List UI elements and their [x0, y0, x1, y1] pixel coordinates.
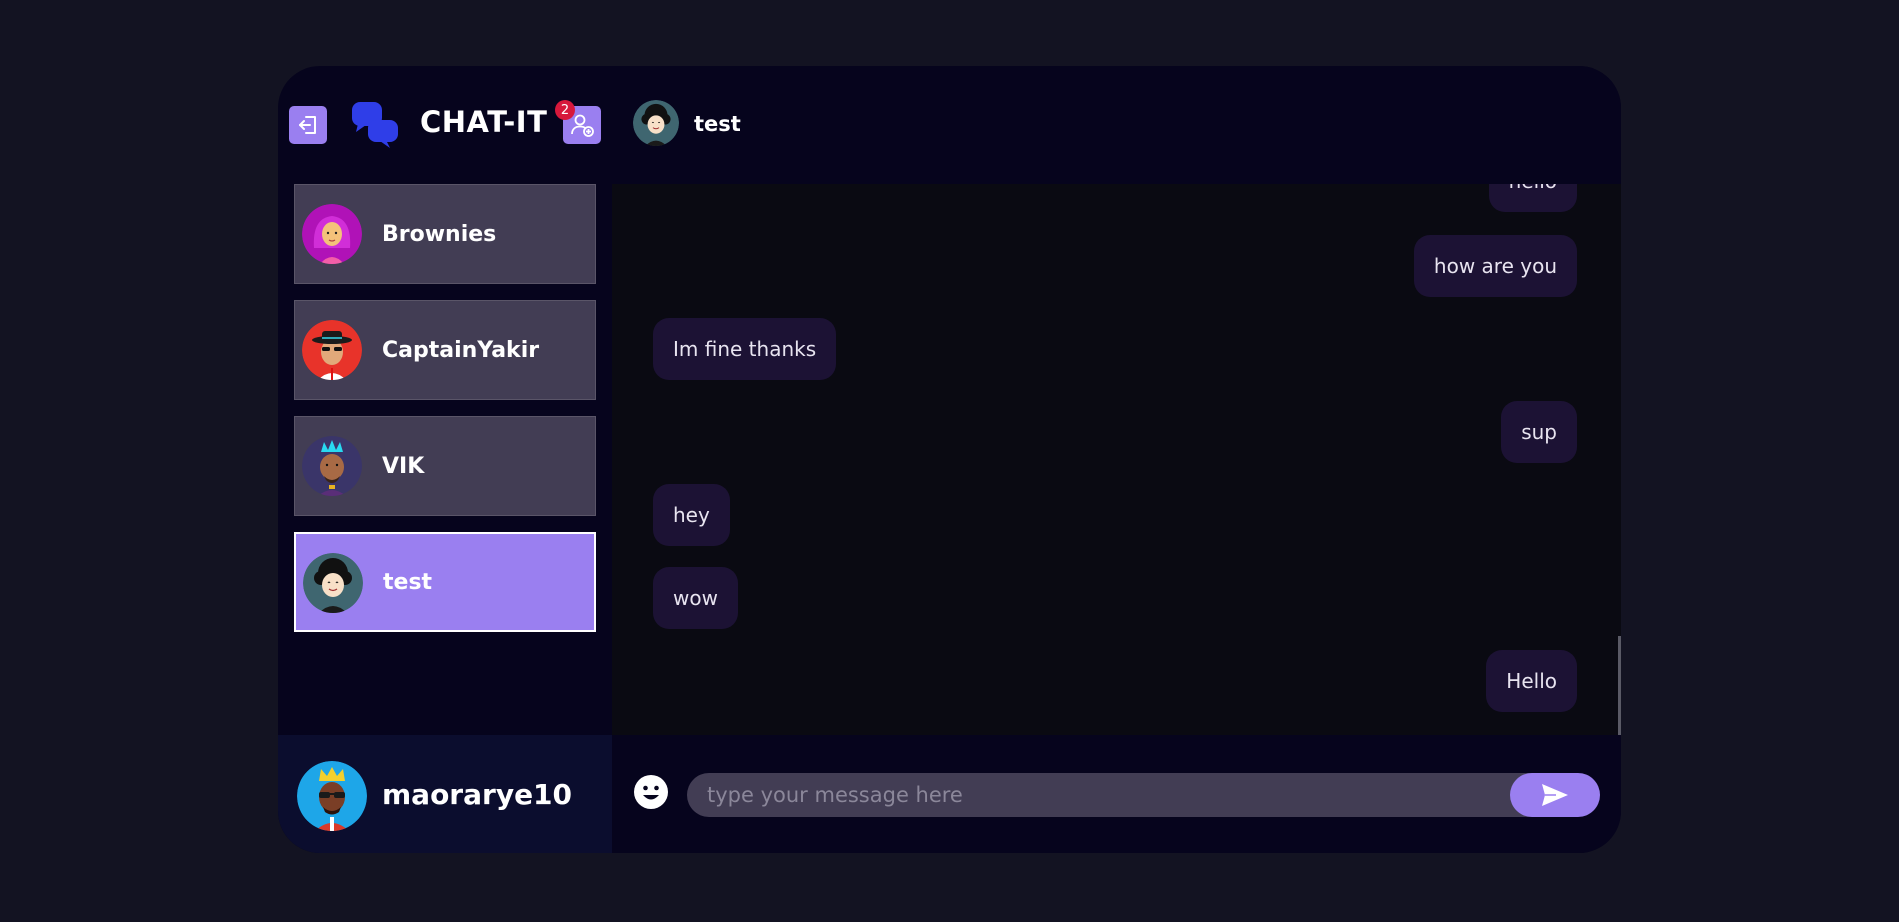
contact-item-selected[interactable]: test [294, 532, 596, 632]
contact-list: Brownies CaptainYakir VIK test [294, 184, 596, 648]
send-button[interactable] [1510, 773, 1600, 817]
contact-name: VIK [382, 453, 425, 479]
chat-panel: test hello how are you Im fine thanks su… [612, 66, 1621, 853]
send-icon [1542, 784, 1568, 806]
contact-name: test [383, 569, 433, 595]
message-input[interactable] [687, 773, 1577, 817]
friend-requests-badge: 2 [555, 100, 575, 120]
message-bubble-received: Im fine thanks [653, 318, 837, 380]
logout-icon [299, 116, 316, 134]
man-curly-hair-avatar [633, 100, 679, 146]
message-bubble-sent: Hello [1486, 650, 1577, 712]
message-bubble-sent: hello [1488, 184, 1577, 212]
chat-partner-name: test [694, 112, 741, 136]
chat-header: test [612, 66, 1621, 184]
chat-app-window: CHAT-IT 2 Brownies CaptainYakir VIK test… [278, 66, 1621, 853]
message-bubble-received: hey [653, 484, 730, 546]
contact-name: Brownies [382, 221, 497, 247]
contact-name: CaptainYakir [382, 337, 540, 363]
woman-pink-hair-avatar [302, 204, 362, 264]
man-curly-hair-avatar [303, 553, 363, 613]
contact-item[interactable]: CaptainYakir [294, 300, 596, 400]
message-list[interactable]: hello how are you Im fine thanks sup hey… [612, 184, 1621, 735]
message-bubble-sent: how are you [1413, 235, 1577, 297]
man-crown-sunglasses-avatar[interactable] [297, 761, 367, 831]
current-user-name: maorarye10 [382, 777, 573, 811]
sidebar: CHAT-IT 2 Brownies CaptainYakir VIK test… [278, 66, 612, 853]
chat-logo-icon [352, 102, 398, 148]
message-list-scrollbar[interactable] [1618, 636, 1621, 735]
brand-bar: CHAT-IT 2 [278, 66, 612, 184]
message-bubble-sent: sup [1501, 401, 1577, 463]
contact-item[interactable]: VIK [294, 416, 596, 516]
man-blue-mohawk-avatar [302, 436, 362, 496]
current-user-panel: maorarye10 [278, 735, 612, 853]
message-bubble-received: wow [653, 567, 738, 629]
contact-item[interactable]: Brownies [294, 184, 596, 284]
man-hat-sunglasses-avatar [302, 320, 362, 380]
message-composer [612, 735, 1621, 853]
logout-button[interactable] [289, 106, 327, 144]
emoji-picker-icon[interactable] [633, 774, 669, 810]
app-title: CHAT-IT [420, 105, 548, 139]
